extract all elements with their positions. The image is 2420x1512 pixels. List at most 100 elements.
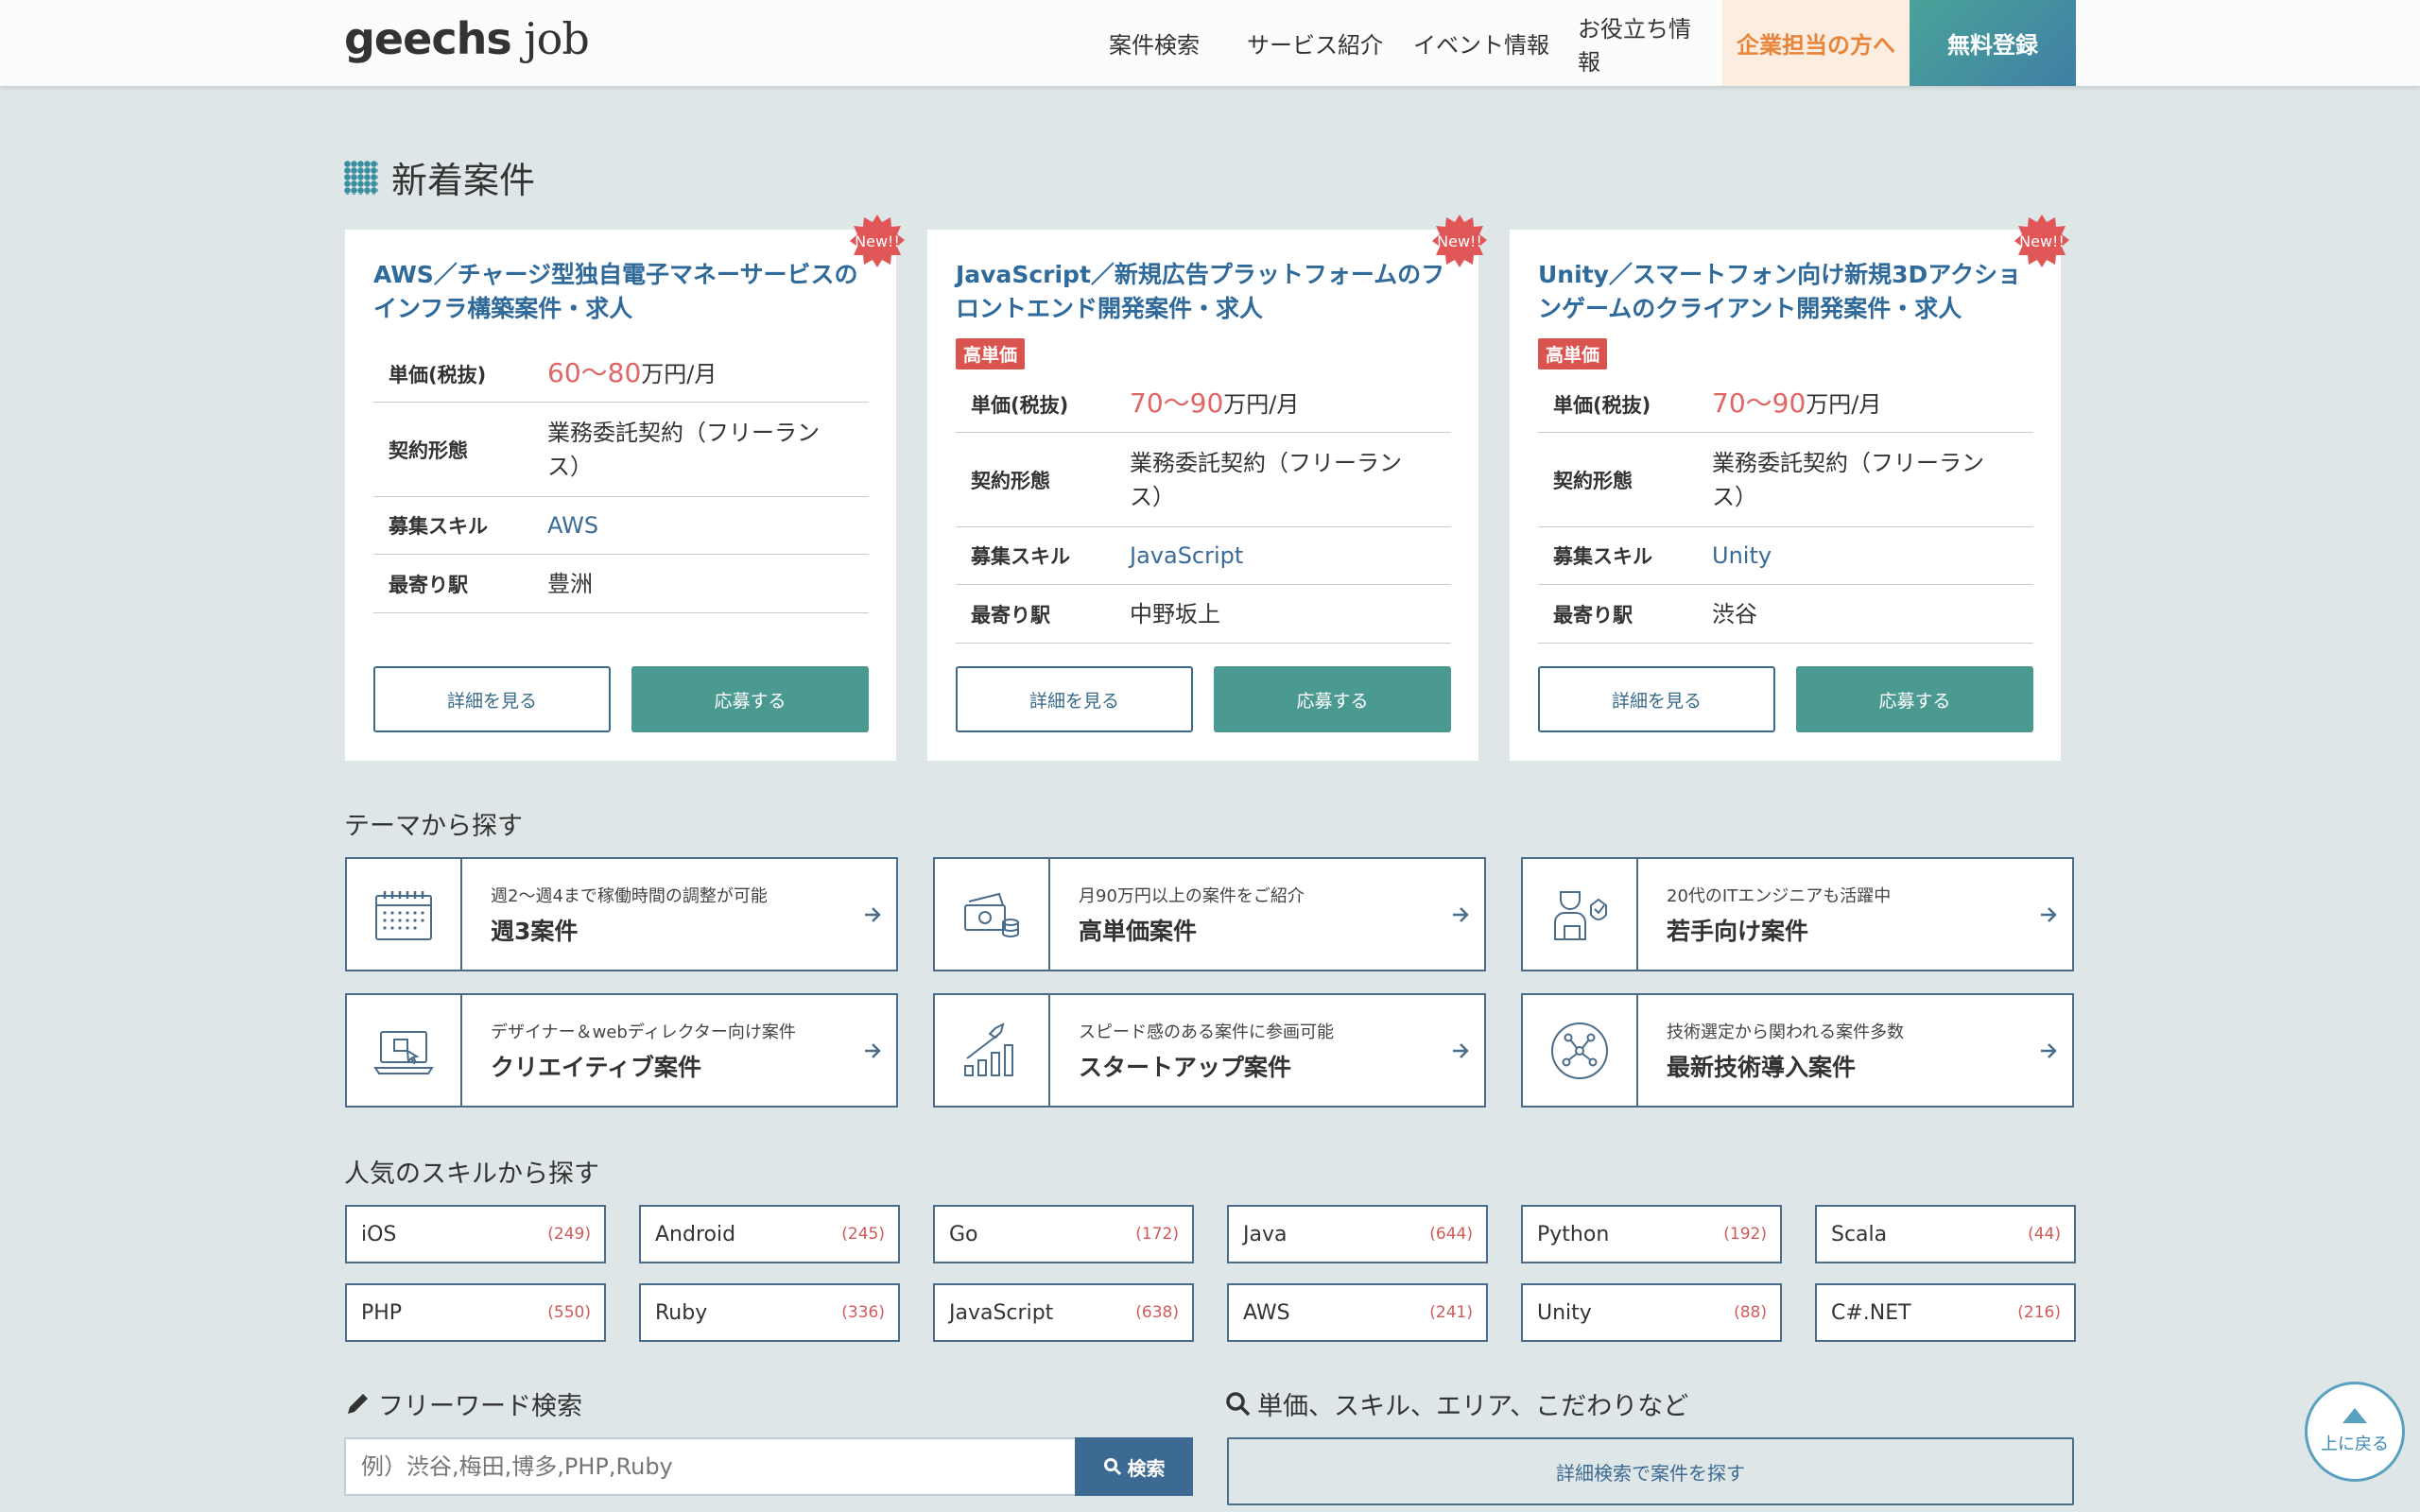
job-spec-table: 単価(税抜) 60〜80万円/月 契約形態 業務委託契約（フリーランス） 募集ス… xyxy=(373,346,869,613)
nav-events[interactable]: イベント情報 xyxy=(1399,0,1564,86)
advanced-search-heading: 単価、スキル、エリア、こだわりなど xyxy=(1225,1385,1688,1422)
theme-subtitle: 週2〜週4まで稼働時間の調整が可能 xyxy=(491,885,768,906)
theme-young[interactable]: 20代のITエンジニアも活躍中 若手向け案件 xyxy=(1521,857,2074,971)
spec-row-price: 単価(税抜) 60〜80万円/月 xyxy=(373,346,869,403)
arrow-right-icon xyxy=(865,1042,881,1058)
theme-subtitle: スピード感のある案件に参画可能 xyxy=(1079,1022,1334,1042)
back-to-top-button[interactable]: 上に戻る xyxy=(2305,1382,2405,1482)
high-price-tag: 高単価 xyxy=(956,338,1026,369)
skill-android[interactable]: Android (245) xyxy=(639,1205,900,1263)
arrow-right-icon xyxy=(1453,1042,1469,1058)
search-button[interactable]: 検索 xyxy=(1075,1437,1193,1496)
job-contract: 業務委託契約（フリーランス） xyxy=(547,419,820,480)
job-spec-table: 単価(税抜) 70〜90万円/月 契約形態 業務委託契約（フリーランス） 募集ス… xyxy=(956,376,1451,644)
theme-subtitle: デザイナー＆webディレクター向け案件 xyxy=(491,1022,796,1042)
site-logo[interactable]: geechs job xyxy=(344,13,590,64)
young-engineer-icon xyxy=(1554,890,1607,940)
theme-startup[interactable]: スピード感のある案件に参画可能 スタートアップ案件 xyxy=(933,993,1486,1108)
job-title[interactable]: JavaScript／新規広告プラットフォームのフロントエンド開発案件・求人 xyxy=(956,258,1457,326)
job-price: 70〜90 xyxy=(1130,387,1224,419)
theme-creative[interactable]: デザイナー＆webディレクター向け案件 クリエイティブ案件 xyxy=(345,993,898,1108)
theme-title: 高単価案件 xyxy=(1079,917,1198,945)
skill-scala[interactable]: Scala (44) xyxy=(1815,1205,2076,1263)
rocket-growth-icon xyxy=(964,1022,1013,1076)
skill-ios[interactable]: iOS (249) xyxy=(345,1205,606,1263)
view-detail-button[interactable]: 詳細を見る xyxy=(956,666,1193,732)
nav-for-companies[interactable]: 企業担当の方へ xyxy=(1722,0,1910,86)
calendar-icon xyxy=(375,890,432,940)
triangle-up-icon xyxy=(2342,1408,2367,1423)
job-station: 豊洲 xyxy=(547,570,593,597)
main-nav: 案件検索 サービス紹介 イベント情報 お役立ち情報 企業担当の方へ 無料登録 xyxy=(1078,0,2076,86)
advanced-search-button[interactable]: 詳細検索で案件を探す xyxy=(1227,1437,2074,1505)
skill-go[interactable]: Go (172) xyxy=(933,1205,1194,1263)
apply-button[interactable]: 応募する xyxy=(1214,666,1451,732)
apply-button[interactable]: 応募する xyxy=(1796,666,2033,732)
arrow-right-icon xyxy=(1453,906,1469,922)
theme-3days-week[interactable]: 週2〜週4まで稼働時間の調整が可能 週3案件 xyxy=(345,857,898,971)
spec-row-skill: 募集スキル Unity xyxy=(1538,527,2033,585)
apply-button[interactable]: 応募する xyxy=(631,666,869,732)
nav-useful-info[interactable]: お役立ち情報 xyxy=(1564,0,1722,86)
job-price: 60〜80 xyxy=(547,357,642,388)
skill-php[interactable]: PHP (550) xyxy=(345,1283,606,1342)
view-detail-button[interactable]: 詳細を見る xyxy=(373,666,611,732)
theme-title: 最新技術導入案件 xyxy=(1667,1053,1857,1081)
theme-subtitle: 月90万円以上の案件をご紹介 xyxy=(1079,885,1305,906)
search-icon xyxy=(1226,1391,1251,1416)
free-word-search-heading: フリーワード検索 xyxy=(344,1385,582,1422)
theme-title: クリエイティブ案件 xyxy=(491,1053,702,1081)
theme-high-price[interactable]: 月90万円以上の案件をご紹介 高単価案件 xyxy=(933,857,1486,971)
job-contract: 業務委託契約（フリーランス） xyxy=(1130,449,1402,510)
skill-java[interactable]: Java (644) xyxy=(1227,1205,1488,1263)
theme-title: スタートアップ案件 xyxy=(1079,1053,1292,1081)
theme-title: 週3案件 xyxy=(491,917,579,945)
free-word-search-input[interactable] xyxy=(344,1437,1076,1496)
job-title[interactable]: AWS／チャージ型独自電子マネーサービスのインフラ構築案件・求人 xyxy=(373,258,874,326)
job-card: New!! JavaScript／新規広告プラットフォームのフロントエンド開発案… xyxy=(927,215,1487,761)
theme-new-tech[interactable]: 技術選定から関われる案件多数 最新技術導入案件 xyxy=(1521,993,2074,1108)
job-station: 中野坂上 xyxy=(1130,600,1220,627)
spec-row-station: 最寄り駅 渋谷 xyxy=(1538,585,2033,644)
skill-csharp-net[interactable]: C#.NET (216) xyxy=(1815,1283,2076,1342)
nav-service[interactable]: サービス紹介 xyxy=(1231,0,1399,86)
spec-row-price: 単価(税抜) 70〜90万円/月 xyxy=(956,376,1451,433)
job-title[interactable]: Unity／スマートフォン向け新規3Dアクションゲームのクライアント開発案件・求… xyxy=(1538,258,2039,326)
skill-aws[interactable]: AWS (241) xyxy=(1227,1283,1488,1342)
nav-job-search[interactable]: 案件検索 xyxy=(1078,0,1231,86)
theme-subtitle: 技術選定から関われる案件多数 xyxy=(1667,1022,1905,1042)
job-card: New!! Unity／スマートフォン向け新規3Dアクションゲームのクライアント… xyxy=(1510,215,2069,761)
job-skill-link[interactable]: Unity xyxy=(1712,539,2033,573)
job-skill-link[interactable]: AWS xyxy=(547,508,869,542)
spec-row-station: 最寄り駅 中野坂上 xyxy=(956,585,1451,644)
theme-subtitle: 20代のITエンジニアも活躍中 xyxy=(1667,885,1892,906)
arrow-right-icon xyxy=(2041,1042,2057,1058)
pencil-icon xyxy=(348,1393,368,1414)
job-card: New!! AWS／チャージ型独自電子マネーサービスのインフラ構築案件・求人 単… xyxy=(345,215,905,761)
spec-row-contract: 契約形態 業務委託契約（フリーランス） xyxy=(956,433,1451,527)
spec-row-station: 最寄り駅 豊洲 xyxy=(373,555,869,613)
grid-icon xyxy=(344,160,378,195)
spec-row-contract: 契約形態 業務委託契約（フリーランス） xyxy=(1538,433,2033,527)
new-jobs-title: 新着案件 xyxy=(391,160,536,201)
money-icon xyxy=(964,892,1019,937)
skills-heading: 人気のスキルから探す xyxy=(344,1160,599,1189)
search-icon xyxy=(1103,1458,1121,1476)
theme-title: 若手向け案件 xyxy=(1667,917,1809,945)
skill-ruby[interactable]: Ruby (336) xyxy=(639,1283,900,1342)
high-price-tag: 高単価 xyxy=(1538,338,1608,369)
job-skill-link[interactable]: JavaScript xyxy=(1130,539,1451,573)
arrow-right-icon xyxy=(2041,906,2057,922)
skill-javascript[interactable]: JavaScript (638) xyxy=(933,1283,1194,1342)
network-icon xyxy=(1551,1022,1608,1079)
themes-heading: テーマから探す xyxy=(344,812,523,841)
spec-row-skill: 募集スキル JavaScript xyxy=(956,527,1451,585)
nav-free-register[interactable]: 無料登録 xyxy=(1910,0,2076,86)
skill-unity[interactable]: Unity (88) xyxy=(1521,1283,1782,1342)
job-price: 70〜90 xyxy=(1712,387,1806,419)
job-spec-table: 単価(税抜) 70〜90万円/月 契約形態 業務委託契約（フリーランス） 募集ス… xyxy=(1538,376,2033,644)
skill-python[interactable]: Python (192) xyxy=(1521,1205,1782,1263)
job-contract: 業務委託契約（フリーランス） xyxy=(1712,449,1984,510)
view-detail-button[interactable]: 詳細を見る xyxy=(1538,666,1775,732)
spec-row-skill: 募集スキル AWS xyxy=(373,497,869,555)
